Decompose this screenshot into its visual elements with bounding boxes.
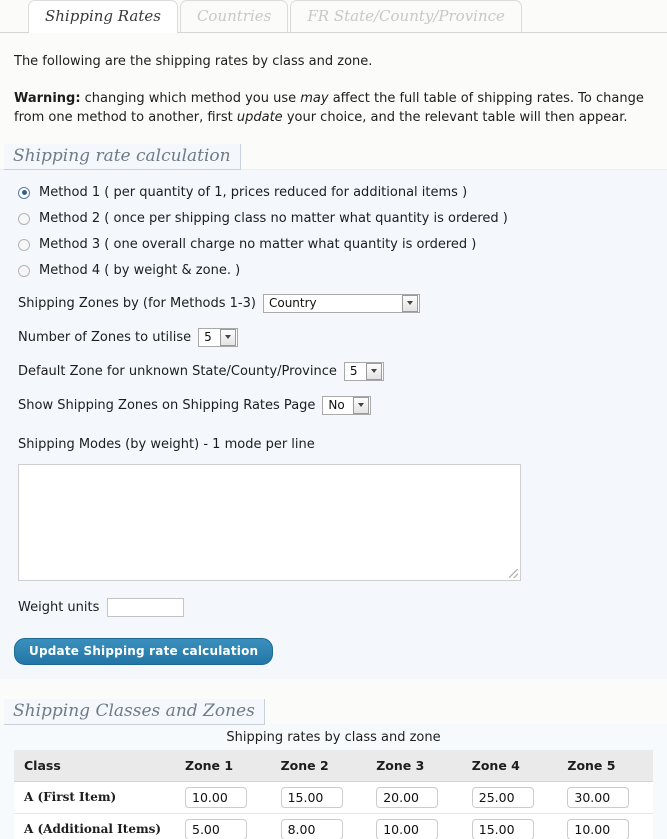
column-header-zone-3: Zone 3 bbox=[366, 749, 462, 782]
rate-input[interactable]: 8.00 bbox=[280, 818, 343, 839]
number-of-zones-label: Number of Zones to utilise bbox=[18, 329, 192, 345]
shipping-classes-and-zones-legend-wrap: Shipping Classes and Zones bbox=[0, 679, 667, 725]
show-shipping-zones-select[interactable]: No bbox=[322, 395, 371, 415]
intro-text: The following are the shipping rates by … bbox=[14, 54, 373, 69]
warning-emphasis-may: may bbox=[300, 90, 329, 106]
rate-input[interactable]: 10.00 bbox=[185, 786, 247, 808]
shipping-rate-calculation-panel: Method 1 ( per quantity of 1, prices red… bbox=[0, 168, 667, 679]
table-row: A (First Item) 10.00 15.00 20.00 25.00 3… bbox=[14, 781, 653, 814]
shipping-rates-table: Class Zone 1 Zone 2 Zone 3 Zone 4 Zone 5… bbox=[14, 749, 653, 839]
table-caption: Shipping rates by class and zone bbox=[226, 729, 441, 745]
default-zone-row: Default Zone for unknown State/County/Pr… bbox=[0, 358, 667, 385]
shipping-zones-by-value: Country bbox=[268, 296, 317, 311]
warning-emphasis-update: update bbox=[236, 110, 283, 126]
show-shipping-zones-label: Show Shipping Zones on Shipping Rates Pa… bbox=[18, 397, 316, 413]
warning-part3: your choice, and the relevant table will… bbox=[282, 110, 628, 126]
method-1-label: Method 1 ( per quantity of 1, prices red… bbox=[39, 185, 468, 201]
rate-input[interactable]: 10.00 bbox=[376, 818, 439, 839]
rate-cell: 10.00 bbox=[366, 813, 462, 839]
method-4-label: Method 4 ( by weight & zone. ) bbox=[39, 263, 241, 279]
radio-method-2[interactable] bbox=[18, 212, 30, 225]
method-option-3[interactable]: Method 3 ( one overall charge no matter … bbox=[0, 232, 667, 258]
rate-cell: 15.00 bbox=[270, 781, 367, 814]
radio-method-3[interactable] bbox=[18, 238, 30, 251]
shipping-classes-and-zones-legend: Shipping Classes and Zones bbox=[4, 698, 265, 725]
rate-input[interactable]: 15.00 bbox=[280, 786, 343, 808]
rate-cell: 15.00 bbox=[461, 813, 558, 839]
rate-cell: 25.00 bbox=[461, 781, 558, 814]
rate-input[interactable]: 10.00 bbox=[567, 818, 630, 839]
rate-input[interactable]: 15.00 bbox=[471, 818, 534, 839]
column-header-zone-5: Zone 5 bbox=[557, 749, 653, 782]
rate-input[interactable]: 30.00 bbox=[567, 786, 630, 808]
number-of-zones-select[interactable]: 5 bbox=[198, 327, 238, 347]
weight-units-row: Weight units bbox=[0, 594, 667, 621]
warning-part1: changing which method you use bbox=[80, 90, 301, 106]
rate-cell: 5.00 bbox=[175, 813, 271, 839]
show-shipping-zones-row: Show Shipping Zones on Shipping Rates Pa… bbox=[0, 392, 667, 419]
column-header-class: Class bbox=[14, 749, 175, 782]
default-zone-value: 5 bbox=[349, 364, 358, 379]
column-header-zone-4: Zone 4 bbox=[461, 749, 558, 782]
row-class-label: A (Additional Items) bbox=[14, 813, 175, 839]
rate-input[interactable]: 20.00 bbox=[376, 786, 439, 808]
default-zone-select[interactable]: 5 bbox=[343, 361, 384, 381]
shipping-modes-label-row: Shipping Modes (by weight) - 1 mode per … bbox=[0, 431, 667, 458]
column-header-zone-1: Zone 1 bbox=[175, 749, 271, 782]
weight-units-label: Weight units bbox=[18, 599, 100, 615]
rate-cell: 30.00 bbox=[557, 781, 653, 814]
shipping-classes-and-zones-panel: Shipping rates by class and zone Class Z… bbox=[0, 723, 667, 839]
chevron-down-icon[interactable] bbox=[401, 294, 418, 312]
method-option-1[interactable]: Method 1 ( per quantity of 1, prices red… bbox=[0, 180, 667, 206]
tab-bar: Shipping Rates Countries FR State/County/P… bbox=[0, 0, 667, 33]
rate-input[interactable]: 25.00 bbox=[471, 786, 534, 808]
table-row: A (Additional Items) 5.00 8.00 10.00 15.… bbox=[14, 813, 653, 839]
shipping-zones-by-row: Shipping Zones by (for Methods 1-3) Coun… bbox=[0, 290, 667, 317]
rate-cell: 8.00 bbox=[270, 813, 367, 839]
radio-method-4[interactable] bbox=[18, 264, 30, 277]
chevron-down-icon[interactable] bbox=[219, 328, 236, 346]
shipping-modes-label: Shipping Modes (by weight) - 1 mode per … bbox=[18, 436, 315, 452]
tab-fr-state-county-province[interactable]: FR State/County/Province bbox=[290, 0, 522, 32]
rate-cell: 10.00 bbox=[175, 781, 271, 814]
chevron-down-icon[interactable] bbox=[365, 362, 382, 380]
table-header-row: Class Zone 1 Zone 2 Zone 3 Zone 4 Zone 5 bbox=[14, 749, 653, 782]
update-shipping-rate-calculation-button[interactable]: Update Shipping rate calculation bbox=[14, 637, 274, 665]
method-option-2[interactable]: Method 2 ( once per shipping class no ma… bbox=[0, 206, 667, 232]
row-class-label: A (First Item) bbox=[14, 781, 175, 814]
shipping-rate-calculation-legend: Shipping rate calculation bbox=[4, 143, 241, 170]
page-content: The following are the shipping rates by … bbox=[0, 53, 667, 128]
method-3-label: Method 3 ( one overall charge no matter … bbox=[39, 237, 477, 253]
warning-text: Warning: changing which method you use m… bbox=[14, 89, 653, 128]
shipping-rate-calculation-legend-wrap: Shipping rate calculation bbox=[0, 128, 667, 170]
number-of-zones-value: 5 bbox=[204, 330, 212, 345]
number-of-zones-row: Number of Zones to utilise 5 bbox=[0, 324, 667, 351]
shipping-zones-by-select[interactable]: Country bbox=[262, 293, 420, 313]
default-zone-label: Default Zone for unknown State/County/Pr… bbox=[18, 363, 337, 379]
method-option-4[interactable]: Method 4 ( by weight & zone. ) bbox=[0, 258, 667, 284]
tab-countries[interactable]: Countries bbox=[179, 0, 289, 32]
show-shipping-zones-value: No bbox=[328, 398, 345, 413]
update-button-row: Update Shipping rate calculation bbox=[0, 637, 667, 665]
shipping-modes-textarea[interactable] bbox=[18, 463, 521, 581]
radio-method-1[interactable] bbox=[18, 186, 30, 199]
tab-shipping-rates[interactable]: Shipping Rates bbox=[28, 0, 178, 33]
rate-cell: 20.00 bbox=[366, 781, 462, 814]
rate-input[interactable]: 5.00 bbox=[185, 818, 247, 839]
chevron-down-icon[interactable] bbox=[352, 396, 369, 414]
method-2-label: Method 2 ( once per shipping class no ma… bbox=[39, 211, 508, 227]
weight-units-input[interactable] bbox=[107, 597, 185, 617]
warning-prefix: Warning: bbox=[14, 90, 81, 106]
shipping-zones-by-label: Shipping Zones by (for Methods 1-3) bbox=[18, 295, 256, 311]
column-header-zone-2: Zone 2 bbox=[270, 749, 367, 782]
rate-cell: 10.00 bbox=[557, 813, 653, 839]
